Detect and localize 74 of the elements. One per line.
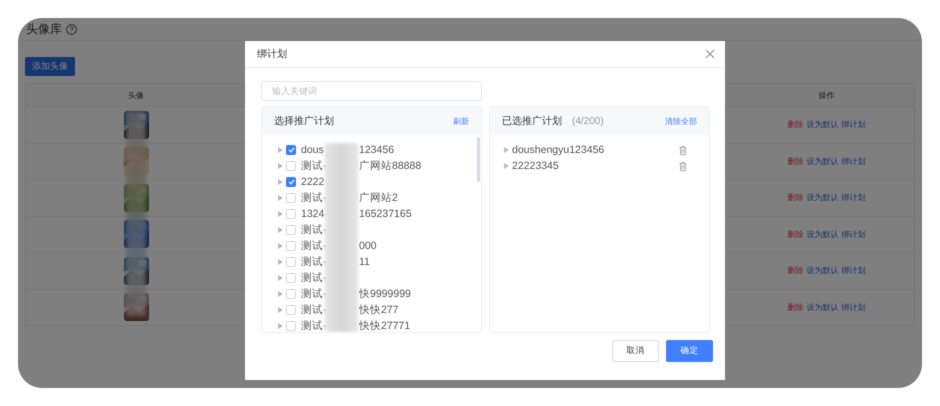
- action-link[interactable]: 绑计划: [842, 265, 866, 276]
- help-icon[interactable]: [66, 24, 77, 34]
- action-link[interactable]: 绑计划: [842, 302, 866, 313]
- caret-icon[interactable]: [278, 307, 283, 313]
- column-header: 操作: [818, 90, 836, 100]
- action-link[interactable]: 设为默认: [806, 265, 838, 276]
- add-avatar-button[interactable]: 添加头像: [25, 57, 75, 76]
- action-link[interactable]: 绑计划: [842, 192, 866, 204]
- plan-name: 测试-: [301, 159, 326, 173]
- delete-link[interactable]: 删除: [788, 156, 804, 167]
- action-link[interactable]: 设为默认: [806, 302, 838, 313]
- search-field[interactable]: 输入关键词: [261, 81, 482, 101]
- caret-icon[interactable]: [278, 163, 283, 169]
- plan-name: 000: [359, 240, 377, 252]
- checkbox[interactable]: [286, 177, 296, 187]
- caret-icon[interactable]: [278, 275, 283, 281]
- delete-link[interactable]: 删除: [788, 302, 804, 313]
- plan-name: 165237165: [359, 208, 412, 220]
- clear-all-link[interactable]: 清除全部: [665, 116, 697, 126]
- plan-name: doushengyu123456: [512, 144, 606, 156]
- caret-icon[interactable]: [278, 179, 283, 185]
- action-link[interactable]: 设为默认: [806, 119, 838, 130]
- plan-name: 广网站88888: [359, 159, 422, 173]
- close-button[interactable]: [703, 47, 717, 61]
- plan-name: 广网站2: [359, 191, 398, 205]
- plan-name: 测试-: [301, 287, 326, 301]
- plan-name: 测试-: [301, 271, 326, 285]
- delete-link[interactable]: 删除: [788, 119, 804, 130]
- action-link[interactable]: 设为默认: [806, 228, 838, 240]
- selection-count: (4/200): [572, 116, 604, 126]
- plan-name: 快快277: [359, 303, 399, 317]
- plan-name: 1324: [301, 208, 326, 220]
- plan-name: 测试-: [301, 319, 326, 332]
- caret-icon[interactable]: [278, 259, 283, 265]
- checkbox[interactable]: [286, 145, 296, 155]
- action-link[interactable]: 绑计划: [842, 156, 866, 167]
- plan-name: 快9999999: [359, 287, 411, 301]
- caret-icon[interactable]: [278, 323, 283, 329]
- action-link[interactable]: 绑计划: [842, 228, 866, 240]
- delete-link[interactable]: 删除: [788, 265, 804, 276]
- plan-name: 测试-: [301, 255, 326, 269]
- caret-icon[interactable]: [278, 291, 283, 297]
- confirm-button[interactable]: 确定: [666, 340, 713, 362]
- action-link[interactable]: 设为默认: [806, 156, 838, 167]
- delete-link[interactable]: 删除: [788, 192, 804, 204]
- plan-name: dous: [301, 144, 325, 156]
- caret-icon[interactable]: [278, 147, 283, 153]
- refresh-link[interactable]: 刷新: [453, 116, 469, 126]
- plan-name: 2222: [301, 176, 326, 188]
- plan-name: 测试-: [301, 303, 326, 317]
- caret-icon[interactable]: [278, 227, 283, 233]
- caret-icon[interactable]: [278, 243, 283, 249]
- panel-title: 已选推广计划: [502, 114, 562, 128]
- plan-name: 测试-: [301, 223, 326, 237]
- delete-link[interactable]: 删除: [788, 228, 804, 240]
- trash-icon[interactable]: [679, 162, 687, 170]
- action-link[interactable]: 设为默认: [806, 192, 838, 204]
- plan-name: 123456: [359, 144, 394, 156]
- caret-icon[interactable]: [278, 211, 283, 217]
- caret-icon[interactable]: [504, 147, 509, 153]
- column-header: 头像: [127, 90, 145, 100]
- panel-title: 选择推广计划: [274, 114, 334, 128]
- caret-icon[interactable]: [504, 163, 509, 169]
- plan-name: 测试-: [301, 191, 326, 205]
- trash-icon[interactable]: [679, 146, 687, 154]
- plan-name: 测试-: [301, 239, 326, 253]
- caret-icon[interactable]: [278, 195, 283, 201]
- page-title: 头像库: [26, 20, 62, 38]
- dialog-title: 绑计划: [257, 48, 287, 61]
- plan-name: 快快27771: [359, 319, 410, 332]
- plan-name: 11: [359, 256, 370, 268]
- cancel-button[interactable]: 取消: [612, 340, 659, 362]
- action-link[interactable]: 绑计划: [842, 119, 866, 130]
- plan-name: 22223345: [512, 160, 560, 172]
